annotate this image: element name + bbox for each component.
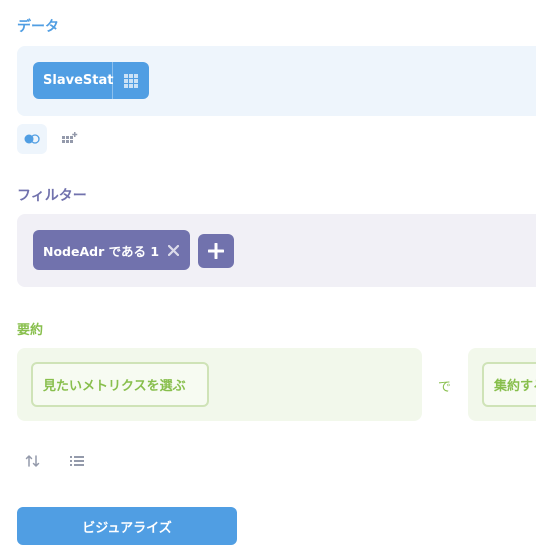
- close-icon[interactable]: [168, 244, 180, 256]
- filter-section-title: フィルター: [17, 188, 87, 204]
- add-column-icon[interactable]: [59, 128, 81, 150]
- filter-label: NodeAdr である 1: [43, 243, 160, 259]
- by-label: で: [438, 380, 452, 395]
- add-filter-button[interactable]: [198, 234, 234, 268]
- data-section-title: データ: [17, 19, 59, 35]
- filter-pill[interactable]: NodeAdr である 1: [33, 230, 190, 270]
- pick-metric-button[interactable]: 見たいメトリクスを選ぶ: [31, 362, 209, 407]
- data-source-label: SlaveStat: [43, 73, 114, 88]
- summarize-section-title: 要約: [17, 323, 44, 338]
- pick-group-button[interactable]: 集約する: [482, 362, 536, 407]
- plus-icon: [208, 243, 224, 259]
- grid-icon[interactable]: [113, 73, 149, 88]
- visualize-button[interactable]: ビジュアライズ: [17, 507, 237, 545]
- limit-icon[interactable]: [66, 450, 88, 472]
- join-icon[interactable]: [17, 124, 47, 154]
- sort-icon[interactable]: [22, 450, 44, 472]
- data-source-pill[interactable]: SlaveStat: [33, 62, 149, 99]
